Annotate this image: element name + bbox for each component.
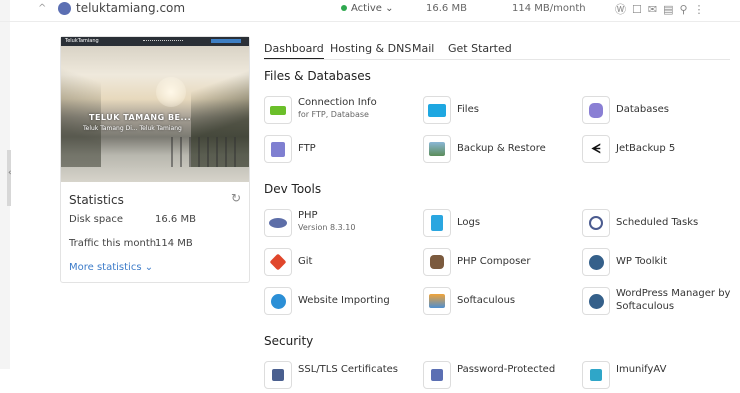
tab-dashboard[interactable]: Dashboard xyxy=(264,42,324,60)
preview-sun xyxy=(156,77,186,107)
tool-jetbackup[interactable]: ᗕ JetBackup 5 xyxy=(582,135,732,167)
wordpress-icon xyxy=(582,248,610,276)
status-dot xyxy=(341,5,347,11)
section-title-security: Security xyxy=(264,334,314,348)
tool-imunifyav[interactable]: ImunifyAV xyxy=(582,361,732,393)
stat-label-disk: Disk space xyxy=(69,214,123,225)
tab-hosting-dns[interactable]: Hosting & DNS xyxy=(330,42,411,55)
tool-password-protected[interactable]: Password-Protected xyxy=(423,361,573,393)
preview-subtitle: Teluk Tamang Di... Teluk Tamiang xyxy=(83,125,182,132)
softaculous-icon xyxy=(423,287,451,315)
tool-backup-restore[interactable]: Backup & Restore xyxy=(423,135,573,167)
tool-wordpress-manager[interactable]: WordPress Manager by Softaculous xyxy=(582,287,732,319)
disk-usage: 16.6 MB xyxy=(426,3,467,14)
row-action-icons[interactable]: Ⓦ☐✉▤⚲⋮ xyxy=(615,1,711,17)
tool-ftp[interactable]: FTP xyxy=(264,135,414,167)
preview-people xyxy=(171,137,241,167)
site-card: TelukTamiang TELUK TAMANG BE... Teluk Ta… xyxy=(60,36,250,283)
site-preview[interactable]: TelukTamiang TELUK TAMANG BE... Teluk Ta… xyxy=(61,37,249,182)
database-icon xyxy=(582,96,610,124)
import-icon xyxy=(264,287,292,315)
git-icon xyxy=(264,248,292,276)
domain-name[interactable]: teluktamiang.com xyxy=(76,1,185,15)
tool-scheduled-tasks[interactable]: Scheduled Tasks xyxy=(582,209,732,241)
clock-icon xyxy=(582,209,610,237)
backup-icon xyxy=(423,135,451,163)
tool-databases[interactable]: Databases xyxy=(582,96,732,128)
preview-nav-button xyxy=(211,39,241,43)
logs-icon xyxy=(423,209,451,237)
collapse-handle[interactable] xyxy=(7,150,11,206)
tool-logs[interactable]: Logs xyxy=(423,209,573,241)
status-badge[interactable]: Active ⌄ xyxy=(341,3,394,14)
composer-icon xyxy=(423,248,451,276)
tool-wp-toolkit[interactable]: WP Toolkit xyxy=(582,248,732,280)
connection-plug-icon xyxy=(264,96,292,124)
domain-row[interactable]: ^ teluktamiang.com Active ⌄ 16.6 MB 114 … xyxy=(0,0,740,22)
section-title-files-databases: Files & Databases xyxy=(264,69,371,83)
wordpress-icon xyxy=(582,287,610,315)
tool-php[interactable]: PHP Version 8.3.10 xyxy=(264,209,414,241)
tab-get-started[interactable]: Get Started xyxy=(448,42,512,55)
left-collapse-strip[interactable]: ‹ xyxy=(0,0,12,369)
preview-nav xyxy=(143,40,183,43)
wordpress-icon xyxy=(58,2,71,15)
tool-website-importing[interactable]: Website Importing xyxy=(264,287,414,319)
lock-icon xyxy=(264,361,292,389)
tab-divider xyxy=(264,59,730,60)
chevron-left-icon[interactable]: ‹ xyxy=(8,168,12,178)
folder-icon xyxy=(423,96,451,124)
preview-trees-left xyxy=(61,57,101,167)
php-icon xyxy=(264,209,292,237)
stat-value-disk: 16.6 MB xyxy=(155,214,196,225)
tool-files[interactable]: Files xyxy=(423,96,573,128)
tool-softaculous[interactable]: Softaculous xyxy=(423,287,573,319)
stat-value-traffic: 114 MB xyxy=(155,238,193,249)
statistics-title: Statistics xyxy=(69,193,124,207)
section-title-dev-tools: Dev Tools xyxy=(264,182,322,196)
tab-mail[interactable]: Mail xyxy=(412,42,434,55)
preview-site-name: TelukTamiang xyxy=(65,38,99,44)
chevron-up-icon[interactable]: ^ xyxy=(38,3,46,14)
jetbackup-icon: ᗕ xyxy=(582,135,610,163)
tool-ssl-tls[interactable]: SSL/TLS Certificates xyxy=(264,361,414,393)
ftp-server-icon xyxy=(264,135,292,163)
status-text: Active xyxy=(351,3,382,14)
shield-icon xyxy=(582,361,610,389)
tool-connection-info[interactable]: Connection Info for FTP, Database xyxy=(264,96,414,128)
password-icon xyxy=(423,361,451,389)
refresh-icon[interactable]: ↻ xyxy=(231,191,241,205)
preview-headline: TELUK TAMANG BE... xyxy=(89,113,192,122)
tool-git[interactable]: Git xyxy=(264,248,414,280)
stat-label-traffic: Traffic this month xyxy=(69,238,157,249)
more-statistics-link[interactable]: More statistics ⌄ xyxy=(69,262,153,273)
tool-php-composer[interactable]: PHP Composer xyxy=(423,248,573,280)
bandwidth-usage: 114 MB/month xyxy=(512,3,586,14)
